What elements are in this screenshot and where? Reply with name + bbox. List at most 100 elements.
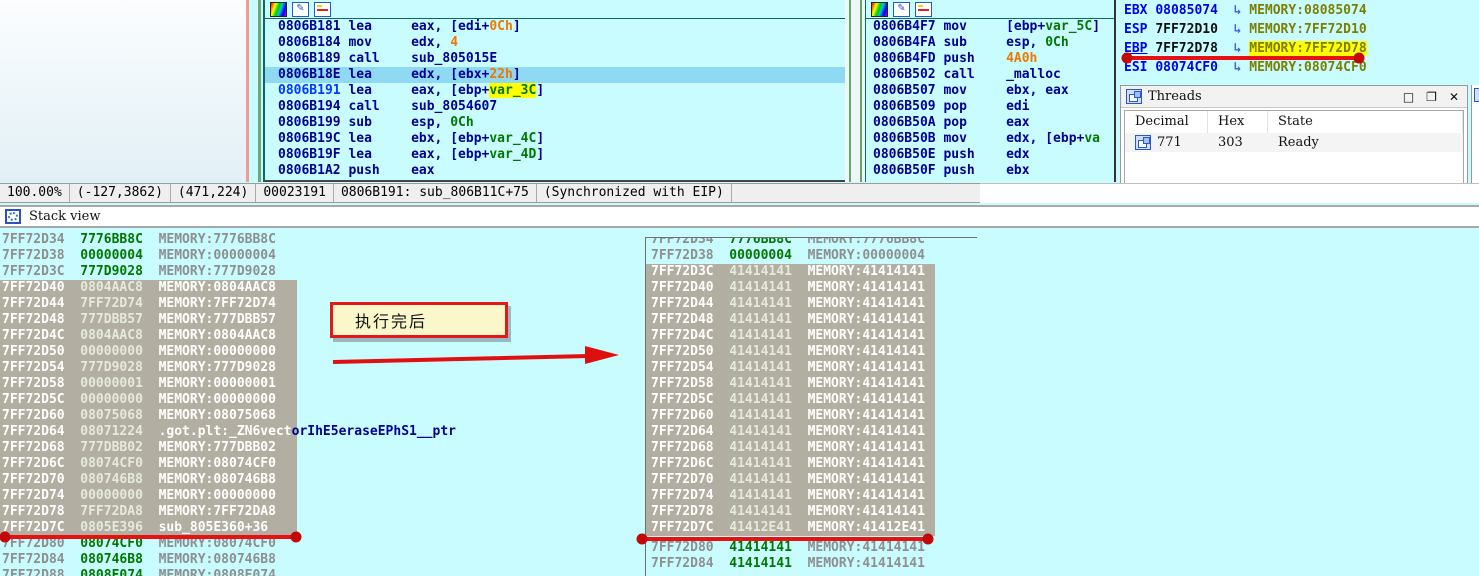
disasm-line[interactable]: 0806B50F push ebx <box>866 163 1114 179</box>
stack-row[interactable]: 7FF72D80 41414141 MEMORY:41414141 <box>651 540 925 556</box>
stack-row[interactable]: 7FF72D58 41414141 MEMORY:41414141 <box>651 376 925 392</box>
disasm-line[interactable]: 0806B1A2 push eax <box>265 163 845 179</box>
status-segment: 00023191 <box>256 184 334 202</box>
disasm-line[interactable]: 0806B19F lea eax, [ebp+var_4D] <box>265 147 845 163</box>
status-segment: (471,224) <box>171 184 257 202</box>
stack-row[interactable]: 7FF72D6C 08074CF0 MEMORY:08074CF0 <box>2 456 456 472</box>
stack-row[interactable]: 7FF72D68 777DBB02 MEMORY:777DBB02 <box>2 440 456 456</box>
column-header-decimal[interactable]: Decimal <box>1125 111 1208 133</box>
stack-row[interactable]: 7FF72D78 41414141 MEMORY:41414141 <box>651 504 925 520</box>
stack-row[interactable]: 7FF72D68 41414141 MEMORY:41414141 <box>651 440 925 456</box>
stack-row[interactable]: 7FF72D50 41414141 MEMORY:41414141 <box>651 344 925 360</box>
disassembly-pane-right[interactable]: 0806B4F7 mov [ebp+var_5C]0806B4FA sub es… <box>865 0 1116 182</box>
stack-pane-top-border <box>645 237 977 238</box>
stack-row[interactable]: 7FF72D48 41414141 MEMORY:41414141 <box>651 312 925 328</box>
disasm-line[interactable]: 0806B194 call sub_8054607 <box>265 99 845 115</box>
splitter-line <box>860 0 862 182</box>
disassembly-listing-right: 0806B4F7 mov [ebp+var_5C] 0806B4FA sub es… <box>866 19 1114 179</box>
stack-row[interactable]: 7FF72D50 00000000 MEMORY:00000000 <box>2 344 456 360</box>
disasm-line[interactable]: 0806B502 call _malloc <box>866 67 1114 83</box>
stack-row[interactable]: 7FF72D4C 41414141 MEMORY:41414141 <box>651 328 925 344</box>
stack-view-icon <box>5 209 21 224</box>
disasm-line[interactable]: 0806B189 call sub_805015E <box>265 51 845 67</box>
disasm-line[interactable]: 0806B184 mov edx, 4 <box>265 35 845 51</box>
stack-row[interactable]: 7FF72D7C 0805E396 sub_805E360+36 <box>2 520 456 536</box>
disasm-line[interactable]: 0806B191 lea eax, [ebp+var_3C] <box>265 83 845 99</box>
colors-palette-icon[interactable] <box>871 1 888 17</box>
disasm-line[interactable]: 0806B181 lea eax, [edi+0Ch] <box>265 19 845 35</box>
stack-row[interactable]: 7FF72D54 41414141 MEMORY:41414141 <box>651 360 925 376</box>
stack-row[interactable]: 7FF72D3C 41414141 MEMORY:41414141 <box>651 264 925 280</box>
close-button[interactable]: ✕ <box>1449 90 1459 104</box>
disasm-line[interactable]: 0806B19C lea ebx, [ebp+var_4C] <box>265 131 845 147</box>
register-row[interactable]: EBX 08085074 ↳ MEMORY:08085074 <box>1118 3 1479 22</box>
stack-row[interactable]: 7FF72D84 41414141 MEMORY:41414141 <box>651 556 925 572</box>
thread-hex: 303 <box>1218 135 1243 150</box>
edit-pencil-icon[interactable] <box>292 1 309 17</box>
sync-view-icon[interactable] <box>314 1 331 17</box>
graph-overview-area[interactable] <box>0 0 246 182</box>
splitter-line <box>849 0 851 182</box>
stack-row[interactable]: 7FF72D78 7FF72DA8 MEMORY:7FF72DA8 <box>2 504 456 520</box>
disasm-line[interactable]: 0806B50E push edx <box>866 147 1114 163</box>
stack-row[interactable]: 7FF72D60 41414141 MEMORY:41414141 <box>651 408 925 424</box>
disasm-line[interactable]: 0806B509 pop edi <box>866 99 1114 115</box>
edit-pencil-icon[interactable] <box>893 1 910 17</box>
thread-decimal: 771 <box>1157 135 1182 150</box>
colors-palette-icon[interactable] <box>270 1 287 17</box>
stack-row[interactable]: 7FF72D58 00000001 MEMORY:00000001 <box>2 376 456 392</box>
stack-row[interactable]: 7FF72D44 41414141 MEMORY:41414141 <box>651 296 925 312</box>
disasm-line[interactable]: 0806B199 sub esp, 0Ch <box>265 115 845 131</box>
stack-row[interactable]: 7FF72D80 08074CF0 MEMORY:08074CF0 <box>2 536 456 552</box>
stack-row[interactable]: 7FF72D74 41414141 MEMORY:41414141 <box>651 488 925 504</box>
stack-row[interactable]: 7FF72D40 41414141 MEMORY:41414141 <box>651 280 925 296</box>
disasm-line[interactable]: 0806B50A pop eax <box>866 115 1114 131</box>
stack-row[interactable]: 7FF72D34 7776BB8C MEMORY:7776BB8C <box>2 232 456 248</box>
stack-row[interactable]: 7FF72D38 00000004 MEMORY:00000004 <box>651 248 925 264</box>
stack-row[interactable]: 7FF72D70 080746B8 MEMORY:080746B8 <box>2 472 456 488</box>
stack-dump-after-tail: 7FF72D80 41414141 MEMORY:41414141 7FF72D8… <box>651 540 925 572</box>
stack-row[interactable]: 7FF72D54 777D9028 MEMORY:777D9028 <box>2 360 456 376</box>
stack-row[interactable]: 7FF72D3C 777D9028 MEMORY:777D9028 <box>2 264 456 280</box>
stack-row[interactable]: 7FF72D88 0808E074 MEMORY:0808E074 <box>2 568 456 576</box>
thread-row[interactable]: 771 303 Ready <box>1125 133 1463 152</box>
registers-pane[interactable]: EBX 08085074 ↳ MEMORY:08085074 ESP 7FF72D… <box>1118 0 1479 84</box>
stack-view-titlebar[interactable]: Stack view <box>0 205 1479 228</box>
register-row[interactable]: EBP 7FF72D78 ↳ MEMORY:7FF72D78 <box>1118 41 1479 60</box>
stack-row[interactable]: 7FF72D5C 00000000 MEMORY:00000000 <box>2 392 456 408</box>
maximize-button[interactable]: □ <box>1403 90 1414 104</box>
pane-splitter[interactable] <box>845 0 865 182</box>
threads-title: Threads <box>1148 89 1202 104</box>
stack-row[interactable]: 7FF72D74 00000000 MEMORY:00000000 <box>2 488 456 504</box>
stack-row[interactable]: 7FF72D6C 41414141 MEMORY:41414141 <box>651 456 925 472</box>
disasm-line[interactable]: 0806B18E lea edx, [ebx+22h] <box>265 67 845 83</box>
overview-green-divider <box>258 0 261 182</box>
disassembly-toolbar <box>866 0 1114 19</box>
stack-row[interactable]: 7FF72D38 00000004 MEMORY:00000004 <box>2 248 456 264</box>
stack-row[interactable]: 7FF72D64 41414141 MEMORY:41414141 <box>651 424 925 440</box>
register-row[interactable]: ESI 08074CF0 ↳ MEMORY:08074CF0 <box>1118 60 1479 79</box>
stack-row[interactable]: 7FF72D5C 41414141 MEMORY:41414141 <box>651 392 925 408</box>
stack-view-area: 7FF72D34 7776BB8C MEMORY:7776BB8C 7FF72D3… <box>0 228 1479 576</box>
disasm-line[interactable]: 0806B507 mov ebx, eax <box>866 83 1114 99</box>
threads-titlebar[interactable]: Threads □ ❐ ✕ <box>1121 86 1467 108</box>
stack-pane-clip <box>646 228 977 237</box>
stack-row[interactable]: 7FF72D40 0804AAC8 MEMORY:0804AAC8 <box>2 280 456 296</box>
disasm-line[interactable]: 0806B4F7 mov [ebp+var_5C] <box>866 19 1114 35</box>
threads-column-headers: Decimal Hex State <box>1125 111 1463 133</box>
stack-row[interactable]: 7FF72D70 41414141 MEMORY:41414141 <box>651 472 925 488</box>
disasm-line[interactable]: 0806B4FD push 4A0h <box>866 51 1114 67</box>
restore-button[interactable]: ❐ <box>1426 90 1437 104</box>
stack-row[interactable]: 7FF72D7C 41412E41 MEMORY:41412E41 <box>651 520 925 536</box>
column-header-state[interactable]: State <box>1268 111 1463 133</box>
register-row[interactable]: ESP 7FF72D10 ↳ MEMORY:7FF72D10 <box>1118 22 1479 41</box>
stack-row[interactable]: 7FF72D64 08071224 .got.plt:_ZN6vectorIhE… <box>2 424 456 440</box>
stack-row[interactable]: 7FF72D84 080746B8 MEMORY:080746B8 <box>2 552 456 568</box>
disasm-line[interactable]: 0806B50B mov edx, [ebp+va <box>866 131 1114 147</box>
disasm-line[interactable]: 0806B4FA sub esp, 0Ch <box>866 35 1114 51</box>
sync-view-icon[interactable] <box>915 1 932 17</box>
annotation-callout: 执行完后 <box>330 302 508 338</box>
stack-row[interactable]: 7FF72D60 08075068 MEMORY:08075068 <box>2 408 456 424</box>
disassembly-pane-left[interactable]: 0806B181 lea eax, [edi+0Ch]0806B184 mov … <box>263 0 845 182</box>
column-header-hex[interactable]: Hex <box>1208 111 1268 133</box>
